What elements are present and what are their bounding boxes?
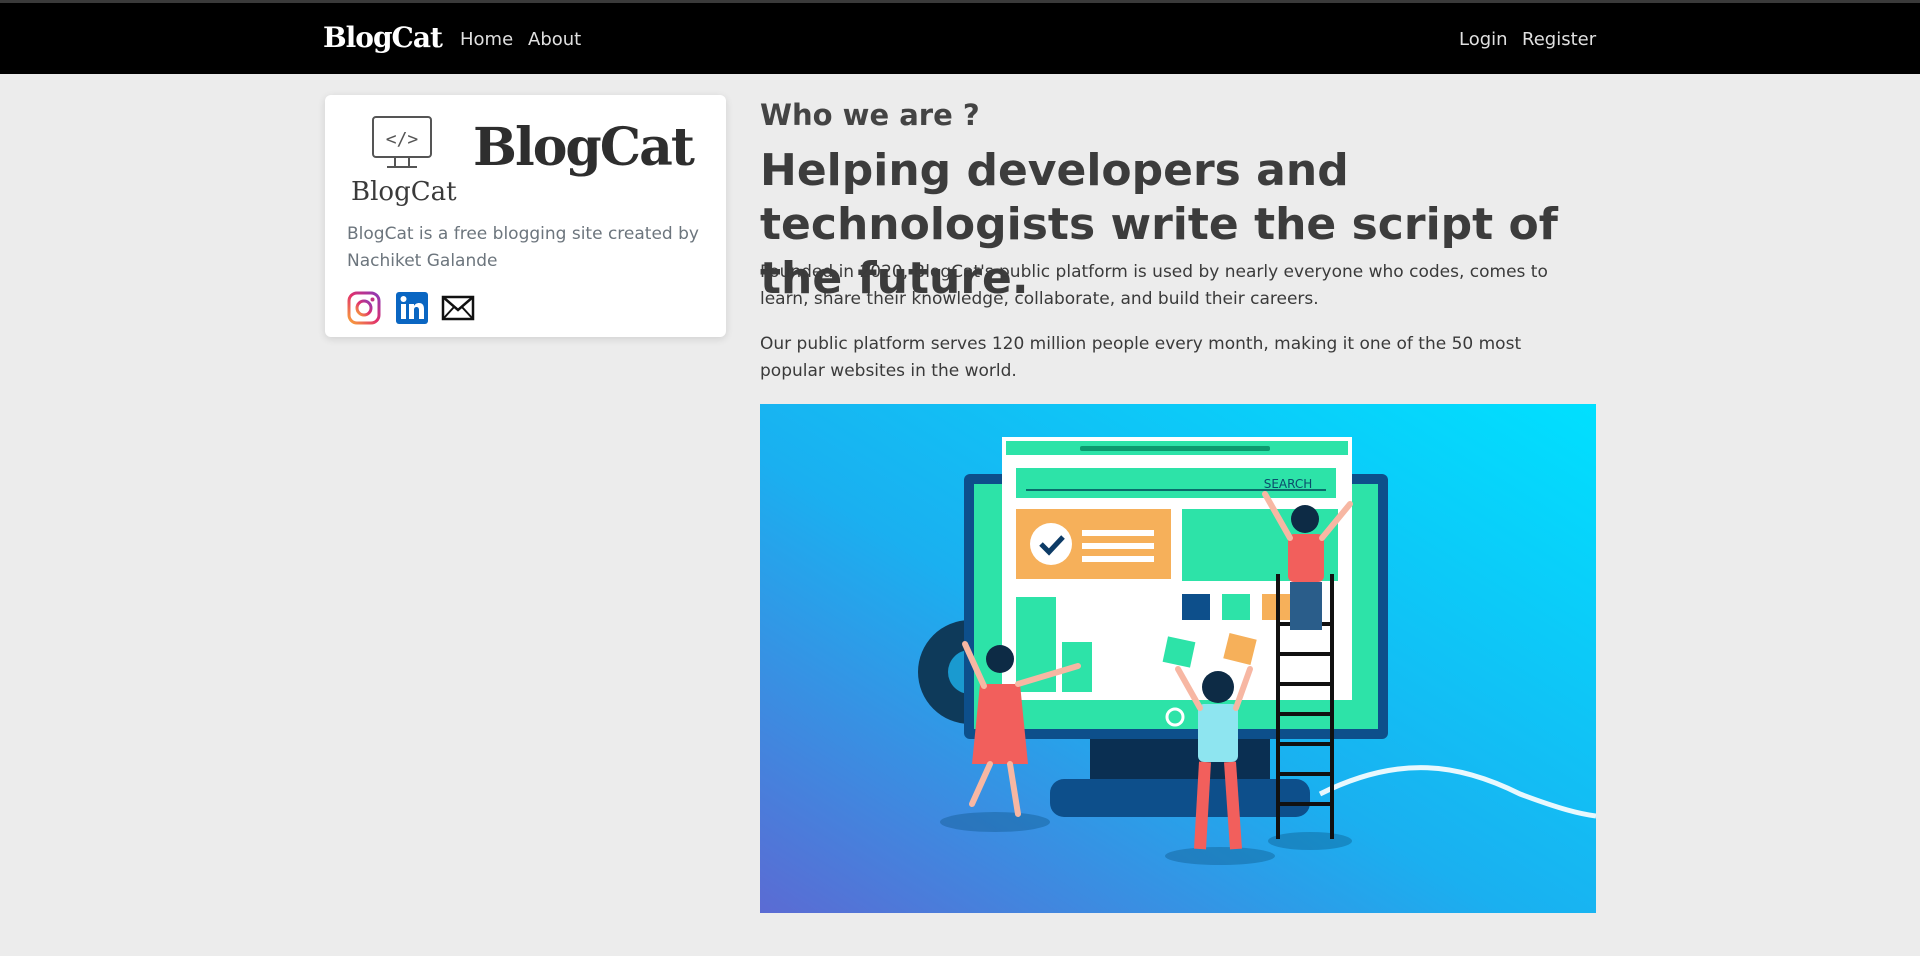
search-label: SEARCH — [1264, 477, 1313, 491]
instagram-icon[interactable] — [347, 291, 381, 325]
mail-icon[interactable] — [441, 291, 475, 325]
navbar: BlogCat Home About Login Register — [0, 3, 1920, 74]
hero-illustration: SEARCH — [760, 404, 1596, 913]
nav-home-link[interactable]: Home — [460, 29, 513, 50]
linkedin-icon[interactable] — [395, 291, 429, 325]
brand-logo[interactable]: BlogCat — [323, 21, 443, 54]
nav-login-link[interactable]: Login — [1459, 29, 1508, 50]
site-description: BlogCat is a free blogging site created … — [347, 224, 699, 271]
about-paragraph-1: Founded in 2020, BlogCat's public platfo… — [760, 262, 1548, 309]
logo-small-text: BlogCat — [351, 177, 457, 207]
nav-register-link[interactable]: Register — [1522, 29, 1596, 50]
code-glyph: </> — [386, 129, 419, 150]
logo-big-text: BlogCat — [473, 117, 695, 178]
profile-card: </> BlogCat BlogCat BlogCat is a free bl… — [325, 95, 726, 337]
section-subheading: Who we are ? — [760, 98, 980, 132]
nav-about-link[interactable]: About — [528, 29, 581, 50]
about-paragraph-2: Our public platform serves 120 million p… — [760, 334, 1522, 381]
